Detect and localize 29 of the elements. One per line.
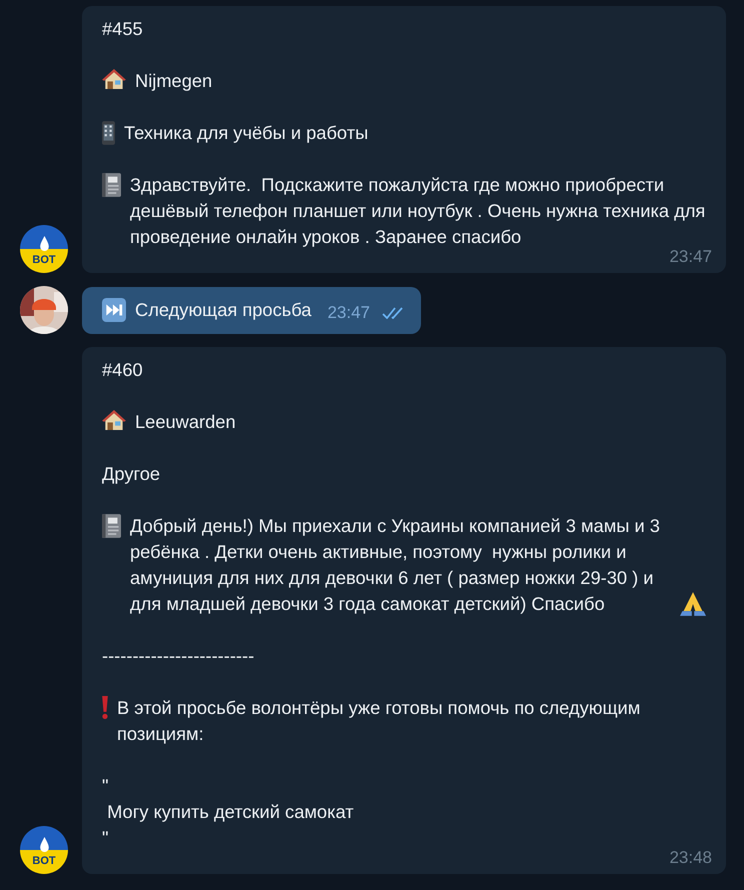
message-text: Nijmegen xyxy=(135,70,212,91)
message-time: 23:47 xyxy=(327,303,370,323)
notebook-icon xyxy=(102,514,121,538)
message-text: Здравствуйте. Подскажите пожалуйста где можно приобрести дешёвый телефон планшет или ноутбук . Очень нужна техника для проведение онлайн уроков . Заранее спасибо xyxy=(130,174,706,247)
message-text: Техника для учёбы и работы xyxy=(124,122,368,143)
drop-icon xyxy=(40,837,48,852)
house-icon xyxy=(102,69,126,89)
avatar-label: BOT xyxy=(32,255,56,266)
message-text: В этой просьбе волонтёры уже готовы помочь по следующим позициям: xyxy=(117,697,642,744)
message-text: ------------------------- xyxy=(102,645,254,666)
message-text: Другое xyxy=(102,463,160,484)
house-icon xyxy=(102,410,126,430)
message-time: 23:48 xyxy=(669,849,712,867)
bot-avatar[interactable]: BOT xyxy=(20,225,68,273)
notebook-icon xyxy=(102,173,121,197)
message-text: #455 xyxy=(102,18,143,39)
message-time: 23:47 xyxy=(669,248,712,266)
fast-forward-icon xyxy=(102,298,126,322)
message-text: Добрый день!) Мы приехали с Украины компанией 3 мамы и 3 ребёнка . Детки очень активные, поэтому нужны ролики и амуниция для них для девочки 6 лет ( размер ножки 29-30 ) и для младшей девочки 3 года самокат детский) Спасибо xyxy=(130,515,661,614)
message-text: #460 xyxy=(102,359,143,380)
message-text: Leeuwarden xyxy=(135,411,236,432)
phone-icon xyxy=(102,121,115,145)
bot-avatar[interactable]: BOT xyxy=(20,826,68,874)
praying-hands-icon xyxy=(680,592,706,616)
exclamation-icon xyxy=(102,696,108,719)
avatar-label: BOT xyxy=(32,856,56,867)
drop-icon xyxy=(40,236,48,251)
message-text: Следующая просьба xyxy=(135,299,312,320)
message-text: " Могу купить детский самокат " xyxy=(102,775,354,848)
